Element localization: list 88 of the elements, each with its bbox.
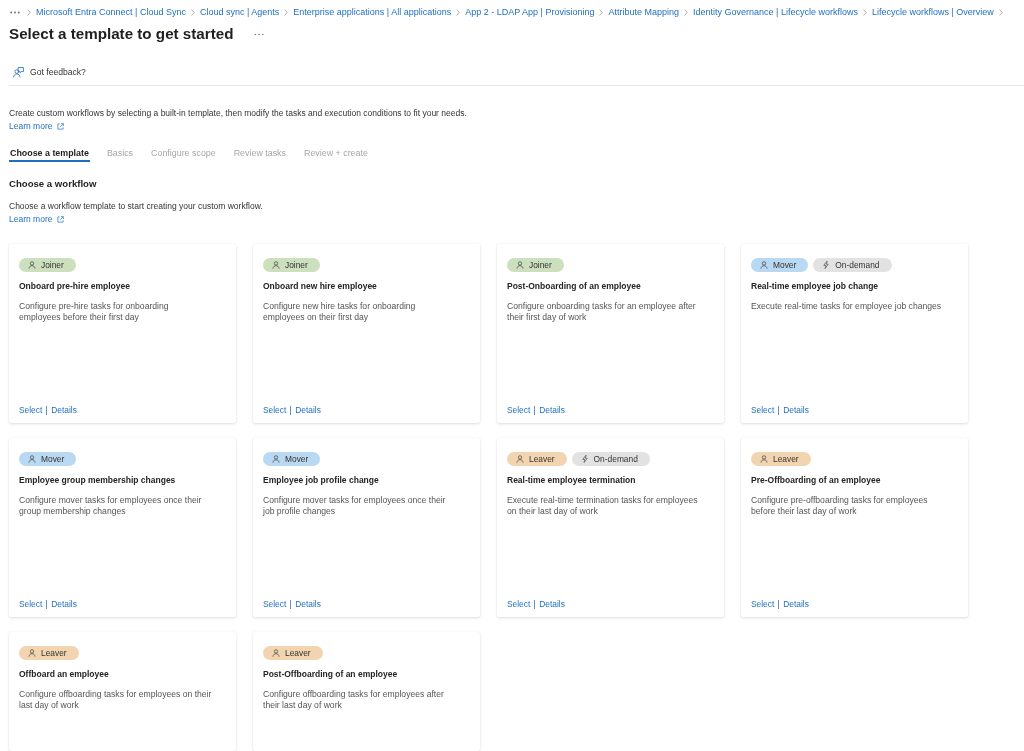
action-link[interactable]: Details (783, 404, 809, 416)
card-description: Configure pre-hire tasks for onboarding employees before their first day (19, 301, 169, 323)
tag-label: Leaver (285, 647, 311, 660)
more-icon[interactable] (253, 32, 264, 36)
action-link[interactable]: Details (51, 404, 77, 416)
action-link[interactable]: Select (507, 404, 531, 416)
card-description: Execute real-time tasks for employee job changes (751, 301, 942, 312)
feedback-icon (13, 66, 24, 78)
tag-label: Leaver (773, 453, 799, 466)
lightning-icon (822, 261, 831, 269)
action-link[interactable]: Details (295, 598, 321, 610)
tag-label: Joiner (285, 259, 308, 272)
card-description: Configure onboarding tasks for an employee after their first day of work (507, 301, 696, 323)
action-link[interactable]: Details (295, 404, 321, 416)
intro-text: Create custom workflows by selecting a built-in template, then modify the tasks and execution conditions to fit your needs. (9, 107, 467, 119)
breadcrumb-link[interactable]: App 2 - LDAP App | Provisioning (465, 5, 595, 19)
tag-label: Leaver (41, 647, 67, 660)
more-icon[interactable] (10, 10, 20, 14)
person-icon (272, 261, 280, 269)
external-link-icon (57, 215, 65, 223)
chevron-icon (284, 8, 289, 16)
card-description: Configure mover tasks for employees once their job profile changes (263, 495, 446, 517)
action-link[interactable]: Select (751, 598, 775, 610)
chevron-icon (684, 8, 689, 16)
action-link[interactable]: Details (539, 404, 565, 416)
breadcrumb-link[interactable]: Attribute Mapping (608, 5, 680, 19)
chevron-icon (998, 8, 1003, 16)
feedback-button[interactable]: Got feedback? (9, 66, 86, 78)
card-title: Onboard pre-hire employee (19, 281, 130, 291)
section-text: Choose a workflow template to start creating your custom workflow. (9, 200, 263, 212)
person-icon (516, 261, 524, 269)
action-link[interactable]: Select (263, 598, 287, 610)
card-description: Configure pre-offboarding tasks for employees before their last day of work (751, 495, 928, 517)
card-description: Execute real-time termination tasks for employees on their last day of work (507, 495, 698, 517)
action-link[interactable]: Select (507, 598, 531, 610)
chevron-icon (599, 8, 604, 16)
action-link[interactable]: Details (51, 598, 77, 610)
card-description: Configure new hire tasks for onboarding employees on their first day (263, 301, 416, 323)
card-title: Real-time employee termination (507, 475, 636, 485)
card-description: Configure offboarding tasks for employees on their last day of work (19, 689, 212, 711)
action-link[interactable]: Select (751, 404, 775, 416)
tag-label: Mover (285, 453, 309, 466)
action-link[interactable]: Details (783, 598, 809, 610)
section-heading: Choose a workflow (9, 177, 97, 191)
chevron-icon (27, 8, 31, 16)
card-title: Offboard an employee (19, 669, 109, 679)
chevron-icon (190, 8, 195, 16)
card-title: Real-time employee job change (751, 281, 879, 291)
card-title: Employee job profile change (263, 475, 379, 485)
card-title: Onboard new hire employee (263, 281, 377, 291)
person-icon (272, 455, 280, 463)
tag-label: Mover (773, 259, 797, 272)
action-link[interactable]: Select (19, 404, 43, 416)
tag-label: Mover (41, 453, 65, 466)
person-icon (28, 455, 36, 463)
tag-label: Joiner (529, 259, 552, 272)
breadcrumb-link[interactable]: Microsoft Entra Connect | Cloud Sync (36, 5, 186, 19)
chevron-icon (456, 8, 461, 16)
tag-label: Leaver (529, 453, 555, 466)
action-link[interactable]: Select (19, 598, 43, 610)
external-link-icon (57, 122, 65, 130)
card-title: Post-Offboarding of an employee (263, 669, 398, 679)
person-icon (272, 649, 280, 657)
person-icon (760, 261, 768, 269)
breadcrumb-link[interactable]: Identity Governance | Lifecycle workflows (693, 5, 858, 19)
breadcrumb-link[interactable]: Cloud sync | Agents (199, 5, 280, 19)
person-icon (760, 455, 768, 463)
breadcrumb-link[interactable]: Enterprise applications | All applications (293, 5, 452, 19)
card-title: Pre-Offboarding of an employee (751, 475, 881, 485)
tag-label: On-demand (593, 453, 638, 466)
chevron-icon (862, 8, 867, 16)
breadcrumb-link[interactable]: Lifecycle workflows | Overview (871, 5, 994, 19)
person-icon (28, 649, 36, 657)
tag-label: Joiner (41, 259, 64, 272)
person-icon (28, 261, 36, 269)
card-title: Post-Onboarding of an employee (507, 281, 641, 291)
learn-more-link[interactable]: Learn more (9, 213, 65, 225)
person-icon (516, 455, 524, 463)
lightning-icon (580, 455, 589, 463)
page-title: Select a template to get started (9, 24, 234, 44)
card-description: Configure mover tasks for employees once their group membership changes (19, 495, 202, 517)
card-description: Configure offboarding tasks for employees after their last day of work (263, 689, 444, 711)
card-title: Employee group membership changes (19, 475, 176, 485)
wizard-tab[interactable]: Choose a template (9, 143, 90, 162)
action-link[interactable]: Details (539, 598, 565, 610)
learn-more-link[interactable]: Learn more (9, 120, 65, 132)
action-link[interactable]: Select (263, 404, 287, 416)
tag-label: On-demand (835, 259, 880, 272)
